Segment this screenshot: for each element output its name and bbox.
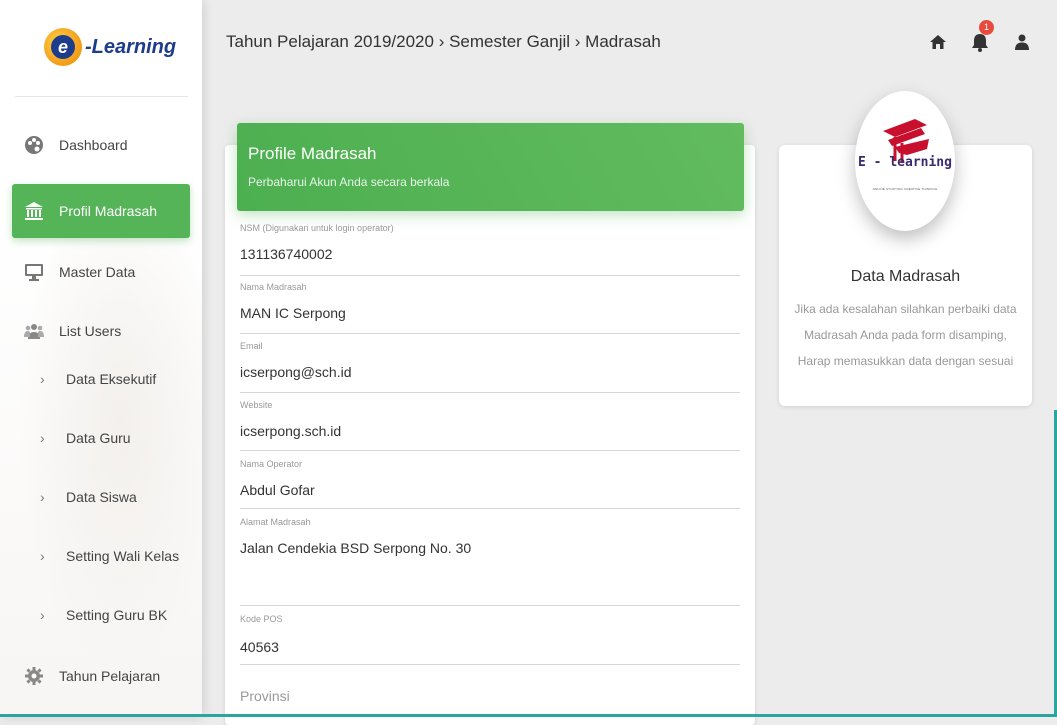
- sidebar-subitem-setting-guru-bk[interactable]: › Setting Guru BK: [12, 595, 190, 635]
- nsm-field[interactable]: NSM (Digunakan untuk login operator) 131…: [240, 223, 740, 276]
- field-label: NSM (Digunakan untuk login operator): [240, 223, 394, 233]
- side-card-description: Jika ada kesalahan silahkan perbaiki dat…: [794, 302, 1017, 368]
- notification-count-badge: 1: [979, 20, 994, 35]
- nama-operator-field[interactable]: Nama Operator Abdul Gofar: [240, 459, 740, 509]
- sidebar-item-tahun-pelajaran[interactable]: Tahun Pelajaran: [12, 649, 190, 703]
- sidebar-subitem-label: Data Siswa: [66, 489, 137, 505]
- field-label: Nama Operator: [240, 459, 303, 469]
- field-label: Nama Madrasah: [240, 282, 307, 292]
- chevron-right-icon: ›: [40, 489, 45, 505]
- bell-icon[interactable]: 1: [969, 20, 994, 53]
- breadcrumb-semester[interactable]: Semester Ganjil: [449, 32, 570, 51]
- breadcrumb-year[interactable]: Tahun Pelajaran 2019/2020: [226, 32, 434, 51]
- sidebar-item-list-users[interactable]: List Users: [12, 304, 190, 358]
- sidebar-item-label: Dashboard: [59, 137, 128, 153]
- field-underline: [240, 333, 740, 334]
- sidebar-divider: [15, 96, 188, 97]
- sidebar-subitem-label: Data Guru: [66, 430, 131, 446]
- breadcrumb: Tahun Pelajaran 2019/2020 › Semester Gan…: [226, 32, 661, 52]
- sidebar-subitem-data-guru[interactable]: › Data Guru: [12, 418, 190, 458]
- sidebar-item-master-data[interactable]: Master Data: [12, 245, 190, 299]
- field-underline: [240, 450, 740, 451]
- monitor-icon: [22, 260, 46, 284]
- field-label: Alamat Madrasah: [240, 517, 311, 527]
- sidebar-item-label: Tahun Pelajaran: [59, 668, 161, 684]
- sidebar-subitem-label: Setting Guru BK: [66, 607, 168, 623]
- breadcrumb-page: Madrasah: [585, 32, 661, 51]
- field-value[interactable]: icserpong.sch.id: [240, 423, 740, 439]
- top-nav-icons: 1: [907, 20, 1033, 53]
- home-icon[interactable]: [927, 31, 949, 53]
- website-field[interactable]: Website icserpong.sch.id: [240, 400, 740, 451]
- chevron-right-icon: ›: [40, 371, 45, 387]
- profile-card-header: Profile Madrasah Perbaharui Akun Anda se…: [237, 123, 744, 211]
- sidebar-subitem-label: Setting Wali Kelas: [66, 548, 180, 564]
- user-icon[interactable]: [1011, 31, 1033, 53]
- alamat-madrasah-field[interactable]: Alamat Madrasah Jalan Cendekia BSD Serpo…: [240, 517, 740, 606]
- logo-letter: e: [51, 35, 75, 59]
- avatar-logo-tagline: ONLINE STUDYING CREATIVE THINKING: [872, 187, 938, 191]
- side-card-title: Data Madrasah: [850, 268, 961, 285]
- field-value[interactable]: 131136740002: [240, 246, 740, 262]
- field-value[interactable]: Abdul Gofar: [240, 482, 740, 498]
- sidebar-item-dashboard[interactable]: Dashboard: [12, 118, 190, 172]
- breadcrumb-separator: ›: [438, 32, 445, 51]
- sidebar-subitem-setting-wali-kelas[interactable]: › Setting Wali Kelas: [12, 536, 190, 576]
- chevron-right-icon: ›: [40, 430, 45, 446]
- sidebar-subitem-label: Data Eksekutif: [66, 371, 157, 387]
- field-value[interactable]: icserpong@sch.id: [240, 364, 740, 380]
- field-value[interactable]: Jalan Cendekia BSD Serpong No. 30: [240, 540, 740, 556]
- logo-text: -Learning: [85, 35, 177, 58]
- field-value[interactable]: 40563: [240, 639, 740, 655]
- field-label: Website: [240, 400, 273, 410]
- provinsi-placeholder[interactable]: Provinsi: [240, 688, 740, 704]
- sidebar-item-label: List Users: [59, 323, 122, 339]
- chevron-right-icon: ›: [40, 548, 45, 564]
- sidebar: e -Learning Dashboard Profil Madrasah Ma…: [0, 0, 202, 717]
- sidebar-item-label: Profil Madrasah: [59, 203, 158, 219]
- field-label: Kode POS: [240, 614, 283, 624]
- profile-card-title: Profile Madrasah: [248, 144, 377, 163]
- provinsi-field[interactable]: Provinsi: [240, 688, 740, 704]
- bank-icon: [22, 199, 46, 223]
- sidebar-item-profil-madrasah[interactable]: Profil Madrasah: [12, 184, 190, 238]
- logo-badge-icon: e: [44, 28, 82, 66]
- email-field[interactable]: Email icserpong@sch.id: [240, 341, 740, 393]
- sidebar-subitem-data-eksekutif[interactable]: › Data Eksekutif: [12, 359, 190, 399]
- nama-madrasah-field[interactable]: Nama Madrasah MAN IC Serpong: [240, 282, 740, 334]
- profile-card-subtitle: Perbaharui Akun Anda secara berkala: [248, 175, 450, 189]
- field-label: Email: [240, 341, 263, 351]
- field-underline: [240, 275, 740, 276]
- sidebar-item-label: Master Data: [59, 264, 136, 280]
- users-icon: [22, 319, 46, 343]
- palette-icon: [22, 133, 46, 157]
- avatar-logo-text: E - learning: [858, 155, 952, 170]
- madrasah-logo-avatar: E - learning ONLINE STUDYING CREATIVE TH…: [855, 91, 955, 231]
- field-underline: [240, 392, 740, 393]
- gear-icon: [22, 664, 46, 688]
- field-underline: [240, 664, 740, 665]
- chevron-right-icon: ›: [40, 607, 45, 623]
- field-underline: [240, 605, 740, 606]
- sidebar-subitem-data-siswa[interactable]: › Data Siswa: [12, 477, 190, 517]
- field-underline: [240, 508, 740, 509]
- breadcrumb-separator: ›: [574, 32, 581, 51]
- kode-pos-field[interactable]: Kode POS 40563: [240, 614, 740, 665]
- app-logo[interactable]: e -Learning: [44, 25, 176, 69]
- field-value[interactable]: MAN IC Serpong: [240, 305, 740, 321]
